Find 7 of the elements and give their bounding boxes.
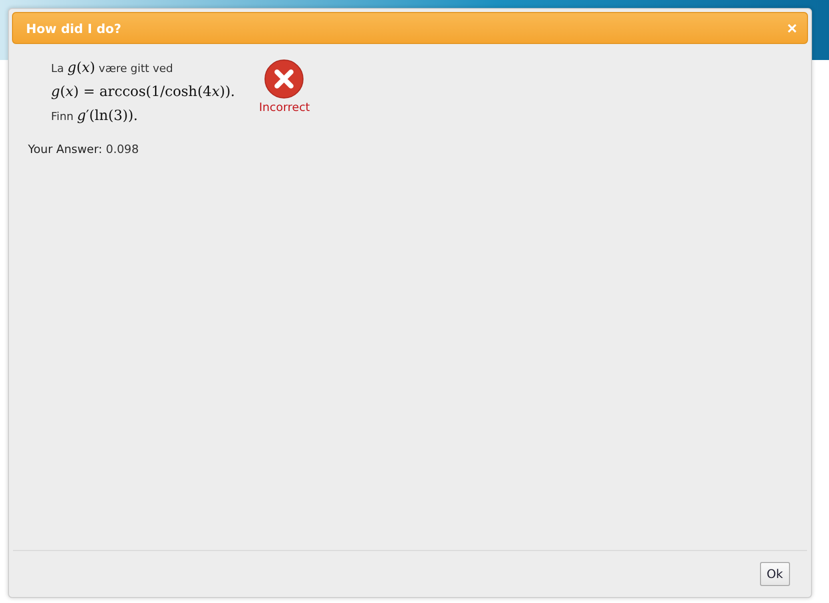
question-line: g(x) = arccos(1/cosh(4x)). [51, 83, 235, 102]
question-line: Finn g′(ln(3)). [51, 107, 139, 126]
dialog-title: How did I do? [26, 20, 122, 36]
answer-text: Your Answer: 0.098 [28, 142, 140, 156]
ok-button[interactable]: Ok [760, 562, 790, 586]
question-line: La g(x) være gitt ved [51, 59, 174, 78]
result-label: Incorrect [258, 100, 310, 114]
